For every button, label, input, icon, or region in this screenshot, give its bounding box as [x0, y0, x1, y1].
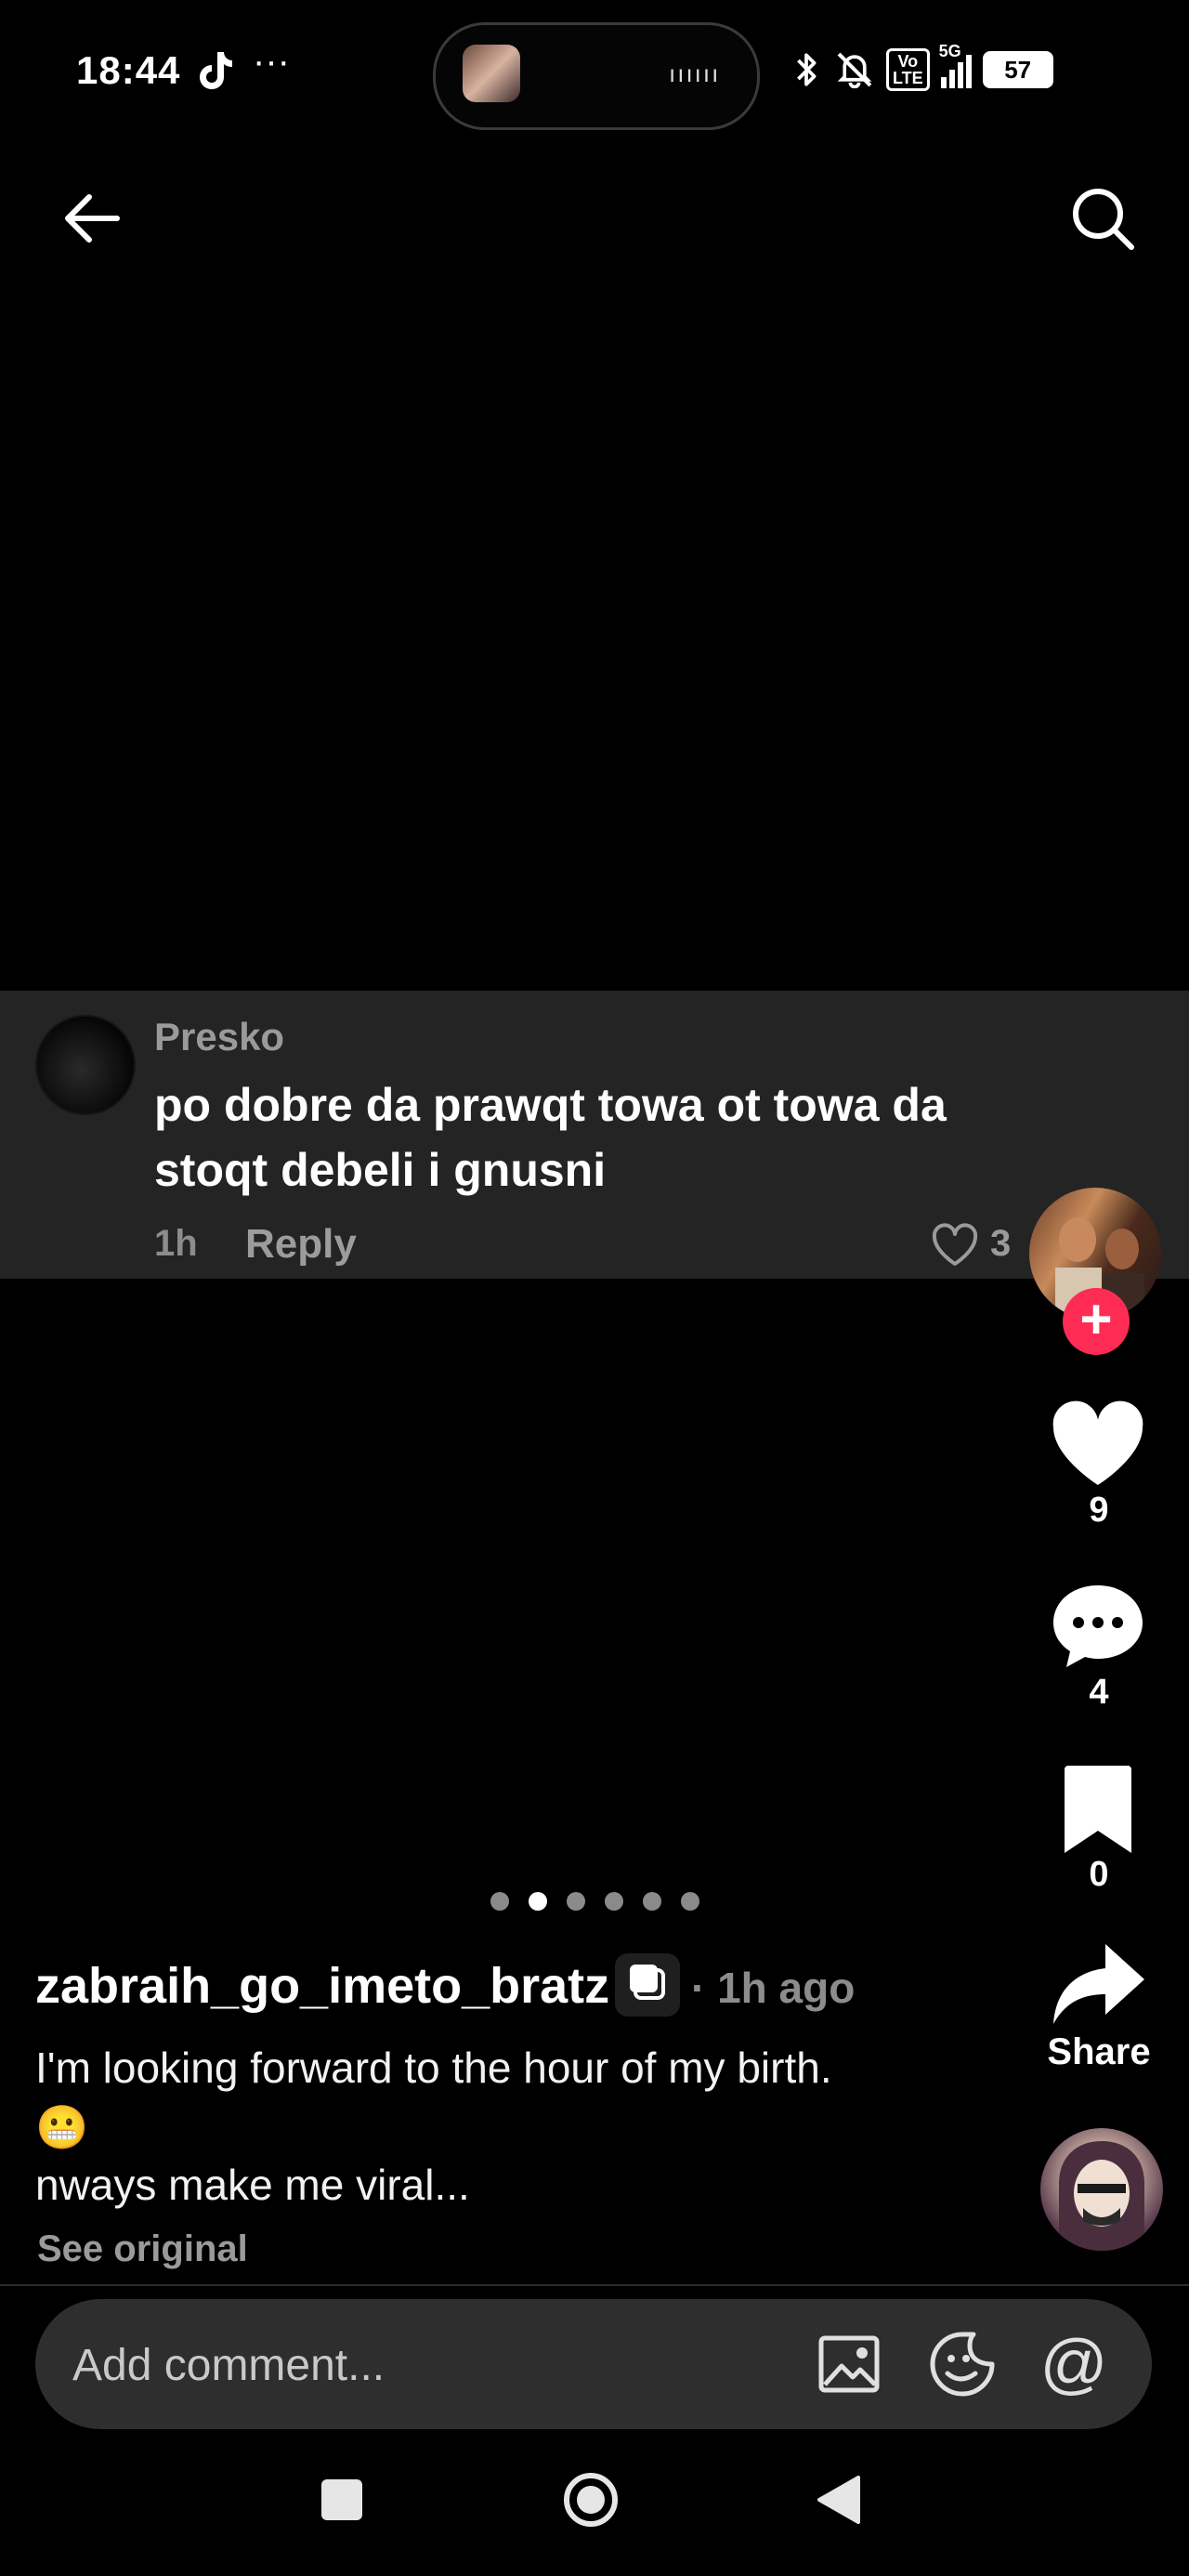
sticker-emoji-icon[interactable]: [925, 2327, 1000, 2401]
carousel-dot[interactable]: [529, 1892, 547, 1911]
comment-input[interactable]: [72, 2340, 778, 2391]
back-arrow-icon[interactable]: [59, 186, 124, 251]
post-author[interactable]: zabraih_go_imeto_bratz: [35, 1957, 609, 2015]
comment-bubble-icon[interactable]: [1048, 1576, 1148, 1676]
image-icon[interactable]: [812, 2327, 886, 2401]
commenter-username[interactable]: Presko: [154, 1015, 284, 1059]
status-time: 18:44: [76, 48, 181, 92]
comment-like-count: 3: [990, 1223, 1012, 1264]
like-count: 9: [1089, 1491, 1109, 1530]
caption-line: nways make me viral...: [35, 2161, 470, 2209]
system-back-button[interactable]: [814, 2474, 862, 2526]
carousel-dot[interactable]: [490, 1892, 509, 1911]
comment-text: po dobre da prawqt towa ot towa da stoqt…: [154, 1079, 947, 1196]
music-disc-avatar[interactable]: [1040, 2128, 1163, 2251]
carousel-dot[interactable]: [681, 1892, 699, 1911]
carousel-dot[interactable]: [605, 1892, 623, 1911]
tiktok-notification-icon: [197, 50, 234, 100]
like-heart-icon[interactable]: [1048, 1394, 1148, 1494]
carousel-pagination[interactable]: [490, 1892, 699, 1911]
reply-button[interactable]: Reply: [245, 1221, 357, 1268]
comment-heart-icon[interactable]: [929, 1219, 981, 1271]
signal-icon: 5G: [939, 42, 972, 88]
commenter-avatar[interactable]: [35, 1015, 136, 1115]
status-icons: Vo LTE 5G 57: [790, 42, 1053, 91]
carousel-dot[interactable]: [643, 1892, 661, 1911]
recent-apps-button[interactable]: [321, 2479, 362, 2520]
media-thumbnail: [463, 45, 520, 102]
see-original-link[interactable]: See original: [37, 2228, 248, 2270]
search-icon[interactable]: [1068, 184, 1137, 253]
network-label: 5G: [938, 42, 961, 60]
battery-level: 57: [1004, 55, 1032, 84]
audio-wave-icon: ıııııı: [669, 59, 721, 87]
volte-label: Vo LTE: [893, 52, 923, 87]
mention-icon[interactable]: @: [1037, 2327, 1111, 2401]
bluetooth-icon: [797, 53, 817, 86]
follow-button[interactable]: +: [1063, 1288, 1130, 1355]
home-button[interactable]: [561, 2470, 621, 2530]
divider: [0, 2284, 1189, 2286]
volte-icon: Vo LTE: [886, 48, 930, 91]
comment-time: 1h: [154, 1223, 198, 1264]
post-time: · 1h ago: [691, 1964, 856, 2012]
share-arrow-icon[interactable]: [1048, 1937, 1148, 2037]
bookmark-count: 0: [1089, 1855, 1109, 1894]
caption-line: I'm looking forward to the hour of my bi…: [35, 2044, 832, 2092]
carousel-dot[interactable]: [567, 1892, 585, 1911]
caption-emoji: 😬: [35, 2103, 89, 2151]
share-label[interactable]: Share: [1031, 2031, 1167, 2073]
status-more-icon: ···: [253, 41, 290, 82]
mute-bell-icon: [837, 52, 872, 88]
battery-icon: 57: [982, 51, 1053, 88]
bookmark-icon[interactable]: [1048, 1760, 1148, 1860]
comment-count: 4: [1089, 1673, 1109, 1712]
photo-mode-icon: [615, 1953, 680, 2017]
